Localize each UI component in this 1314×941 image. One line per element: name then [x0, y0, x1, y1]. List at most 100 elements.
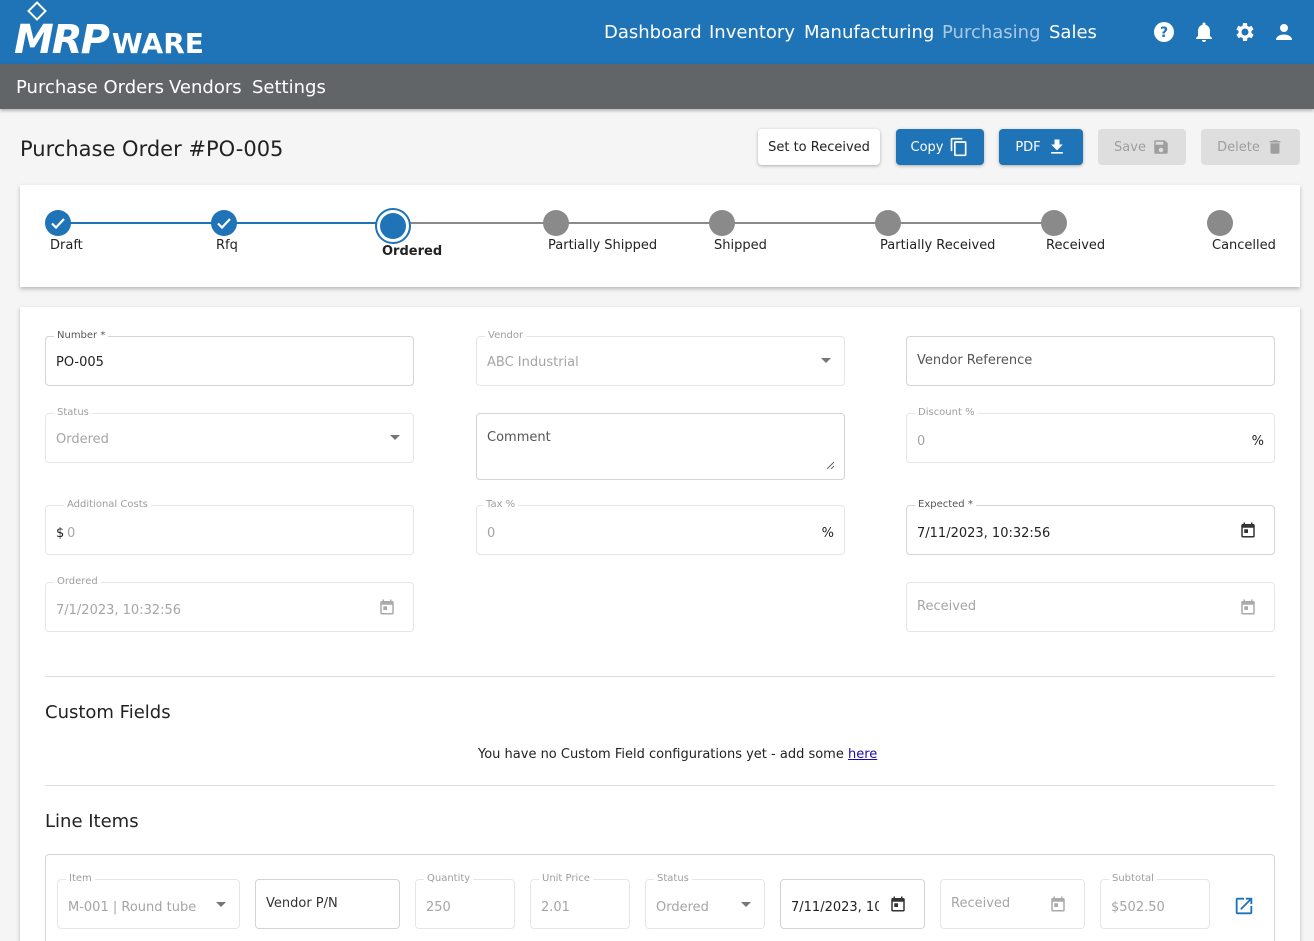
step-shipped-dot[interactable]	[709, 210, 735, 236]
expected-date-field[interactable]: Expected * 7/11/2023, 10:32:56	[906, 498, 1275, 555]
step-connector	[58, 222, 212, 224]
received-date-field[interactable]: Received	[906, 582, 1275, 632]
number-field[interactable]: Number * PO-005	[45, 329, 414, 386]
bell-icon[interactable]	[1192, 20, 1216, 44]
step-cancelled-dot[interactable]	[1207, 210, 1233, 236]
sub-navbar: Purchase Orders Vendors Settings	[0, 64, 1314, 109]
comment-placeholder: Comment	[487, 430, 551, 445]
step-connector	[224, 222, 378, 224]
trash-icon	[1269, 140, 1281, 154]
expected-label: Expected *	[915, 498, 976, 512]
calendar-icon[interactable]	[889, 895, 907, 913]
pdf-label: PDF	[1015, 139, 1041, 155]
resize-handle-icon[interactable]	[826, 461, 834, 469]
tax-field[interactable]: Tax % 0 %	[476, 498, 845, 555]
save-button[interactable]: Save	[1098, 129, 1186, 165]
top-navbar: MRP WARE Dashboard Inventory Manufacturi…	[0, 0, 1314, 64]
logo-text: MRP	[14, 17, 110, 63]
subnav-vendors[interactable]: Vendors	[169, 77, 242, 98]
divider	[45, 785, 1275, 786]
line-received-field[interactable]: Received	[940, 879, 1085, 929]
item-value: M-001 | Round tube	[68, 900, 197, 915]
additional-costs-value: 0	[67, 526, 76, 541]
status-value: Ordered	[56, 432, 109, 447]
quantity-value: 250	[426, 900, 451, 915]
vendor-reference-field[interactable]: Vendor Reference	[906, 336, 1275, 386]
help-icon[interactable]: ?	[1152, 20, 1176, 44]
step-connector	[900, 222, 1042, 224]
step-partially-received-dot[interactable]	[875, 210, 901, 236]
copy-button[interactable]: Copy	[896, 129, 984, 165]
step-partially-shipped-dot[interactable]	[543, 210, 569, 236]
line-date-field[interactable]: 7/11/2023, 10:32:56	[780, 879, 925, 929]
line-items-title: Line Items	[45, 811, 139, 832]
ordered-date-field[interactable]: Ordered 7/1/2023, 10:32:56	[45, 575, 414, 632]
step-ordered-current-icon[interactable]	[375, 208, 411, 244]
nav-inventory[interactable]: Inventory	[709, 22, 795, 43]
gear-icon[interactable]	[1232, 20, 1256, 44]
open-in-new-icon[interactable]	[1233, 895, 1255, 917]
additional-costs-label: Additional Costs	[64, 498, 151, 512]
unit-price-value: 2.01	[541, 900, 570, 915]
line-received-placeholder: Received	[951, 896, 1011, 911]
pdf-button[interactable]: PDF	[999, 129, 1083, 165]
quantity-label: Quantity	[424, 872, 474, 886]
item-label: Item	[66, 872, 95, 886]
unit-price-label: Unit Price	[539, 872, 593, 886]
mrpware-logo[interactable]: MRP WARE	[14, 1, 204, 63]
line-status-select[interactable]: Status Ordered	[645, 872, 765, 929]
set-to-received-button[interactable]: Set to Received	[758, 129, 880, 165]
calendar-icon[interactable]	[378, 598, 396, 616]
page-title: Purchase Order #PO-005	[20, 137, 284, 161]
line-status-label: Status	[654, 872, 692, 886]
delete-button[interactable]: Delete	[1201, 129, 1300, 165]
step-draft-label: Draft	[50, 238, 83, 253]
line-item-select[interactable]: Item M-001 | Round tube	[57, 872, 240, 929]
calendar-icon[interactable]	[1239, 521, 1257, 539]
vendor-reference-placeholder: Vendor Reference	[917, 353, 1033, 368]
custom-fields-message: You have no Custom Field configurations …	[478, 747, 877, 762]
comment-textarea[interactable]: Comment	[476, 413, 845, 480]
additional-costs-field[interactable]: Additional Costs $ 0	[45, 498, 414, 555]
save-label: Save	[1114, 139, 1146, 155]
divider	[45, 676, 1275, 677]
step-rfq-check-icon[interactable]	[211, 210, 237, 236]
number-label: Number *	[54, 329, 109, 343]
nav-sales[interactable]: Sales	[1049, 22, 1097, 43]
nav-manufacturing[interactable]: Manufacturing	[804, 22, 934, 43]
chevron-down-icon	[390, 435, 400, 440]
step-ordered-label: Ordered	[382, 244, 443, 259]
purchase-order-form: Number * PO-005 Vendor ABC Industrial Ve…	[20, 307, 1300, 941]
subtotal-field[interactable]: Subtotal $502.50	[1100, 872, 1210, 929]
status-select[interactable]: Status Ordered	[45, 406, 414, 463]
discount-field[interactable]: Discount % 0 %	[906, 406, 1275, 463]
subnav-purchase-orders[interactable]: Purchase Orders	[16, 77, 164, 98]
ordered-value: 7/1/2023, 10:32:56	[56, 603, 182, 618]
user-icon[interactable]	[1272, 20, 1296, 44]
copy-icon	[951, 137, 967, 157]
calendar-icon[interactable]	[1239, 598, 1257, 616]
add-custom-fields-link[interactable]: here	[848, 747, 877, 762]
vendor-select[interactable]: Vendor ABC Industrial	[476, 329, 845, 386]
unit-price-field[interactable]: Unit Price 2.01	[530, 872, 630, 929]
vendor-value: ABC Industrial	[487, 355, 579, 370]
chevron-down-icon	[741, 902, 751, 907]
step-connector	[410, 222, 544, 224]
custom-fields-text: You have no Custom Field configurations …	[478, 747, 848, 762]
vendor-pn-placeholder: Vendor P/N	[266, 896, 338, 911]
tax-value: 0	[487, 526, 496, 541]
nav-purchasing[interactable]: Purchasing	[942, 22, 1041, 43]
step-received-dot[interactable]	[1041, 210, 1067, 236]
step-draft-check-icon[interactable]	[45, 210, 71, 236]
chevron-down-icon	[821, 358, 831, 363]
nav-dashboard[interactable]: Dashboard	[604, 22, 702, 43]
status-label: Status	[54, 406, 92, 420]
set-to-received-label: Set to Received	[768, 139, 870, 155]
quantity-field[interactable]: Quantity 250	[415, 872, 515, 929]
subnav-settings[interactable]: Settings	[252, 77, 326, 98]
calendar-icon[interactable]	[1049, 895, 1067, 913]
svg-text:?: ?	[1160, 25, 1168, 41]
vendor-pn-field[interactable]: Vendor P/N	[255, 879, 400, 929]
step-partially-received-label: Partially Received	[880, 238, 996, 253]
discount-label: Discount %	[915, 406, 978, 420]
